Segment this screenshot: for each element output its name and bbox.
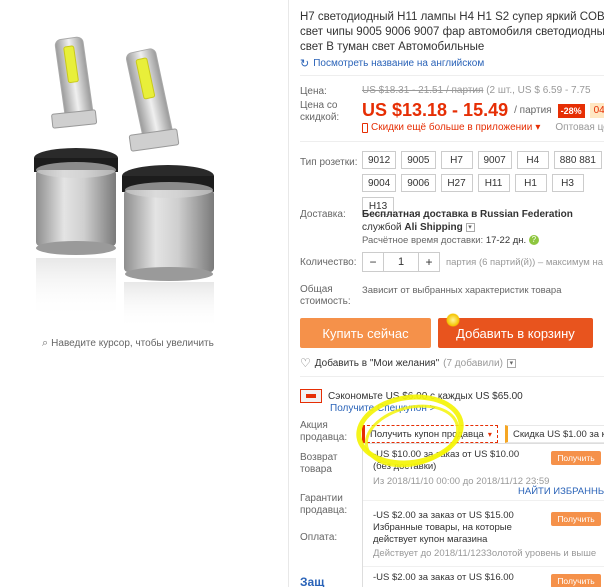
total-label: Общая стоимость: (300, 284, 351, 307)
divider (300, 75, 604, 76)
shipping-label: Доставка: (300, 209, 346, 220)
chevron-down-icon[interactable]: ▾ (506, 358, 516, 368)
payment-label: Оплата: (300, 532, 338, 543)
shipping-estimate: Расчётное время доставки: 17-22 дн. ? (362, 235, 539, 246)
divider (300, 376, 604, 377)
coupon-tab-label: Получить купон продавца (370, 428, 484, 440)
socket-option[interactable]: H1 (514, 174, 547, 192)
quantity-input[interactable]: 1 (383, 253, 419, 271)
wholesale-price-link[interactable]: Оптовая цен (555, 122, 604, 133)
price-label: Цена: (300, 86, 327, 97)
get-special-coupon-link[interactable]: Получите Спецкупон > (330, 403, 436, 414)
discount-price-range: US $13.18 - 15.49 (362, 100, 509, 120)
shipping-estimate-days: 17-22 дн. (485, 235, 527, 246)
get-coupon-button[interactable]: Получить (551, 451, 601, 465)
coupon-icon (300, 389, 322, 403)
price-unit: / партия (514, 105, 552, 116)
zoom-hint-text: Наведите курсор, чтобы увеличить (51, 338, 214, 349)
translate-title-link[interactable]: ↻ Посмотреть название на английском (300, 57, 484, 70)
wishlist-label: Добавить в "Мои желания" (314, 357, 440, 369)
product-info: H7 светодиодный H11 лампы H4 H1 S2 супер… (300, 0, 604, 587)
add-to-cart-button[interactable]: Добавить в корзину (438, 313, 593, 348)
socket-option[interactable]: 9004 (362, 174, 397, 192)
coupon-text: -US $2.00 за заказ от US $15.00 Избранны… (373, 510, 514, 545)
savings-text: Сэкономьте US $6.00 с каждых US $65.00 (328, 390, 523, 402)
divider (300, 141, 604, 142)
coupon-text: -US $2.00 за заказ от US $16.00 (373, 572, 514, 583)
socket-option[interactable]: H11 (477, 174, 510, 192)
buyer-protection-text: Защ (300, 575, 325, 587)
quantity-note: партия (6 партий(й)) – максимум на пок (446, 256, 604, 268)
coupon-dropdown-panel: -US $10.00 за заказ от US $10.00 (без до… (362, 443, 604, 587)
zoom-hint: ⌕ Наведите курсор, чтобы увеличить (42, 337, 214, 350)
heart-icon: ♡ (300, 356, 311, 370)
socket-option[interactable]: 9012 (362, 151, 397, 169)
socket-option[interactable]: 9005 (401, 151, 436, 169)
shipping-free-text: Бесплатная доставка в (362, 209, 478, 220)
quantity-increase-button[interactable]: + (419, 253, 439, 271)
help-icon[interactable]: ? (528, 235, 539, 246)
get-coupon-button[interactable]: Получить (551, 574, 601, 587)
discount-tab[interactable]: Скидка US $1.00 за каж (505, 425, 604, 443)
coupon-text: -US $10.00 за заказ от US $10.00 (без до… (373, 449, 520, 472)
quantity-decrease-button[interactable]: − (363, 253, 383, 271)
total-value: Зависит от выбранных характеристик товар… (362, 285, 562, 296)
countdown-timer: 04h:23 (589, 103, 604, 118)
quantity-label: Количество: (300, 257, 357, 268)
socket-option[interactable]: H7 (440, 151, 473, 169)
get-coupon-button[interactable]: Получить (551, 512, 601, 526)
socket-type-label: Тип розетки: (300, 157, 358, 168)
socket-option[interactable]: 9006 (401, 174, 436, 192)
original-price-extra: (2 шт., US $ 6.59 - 7.75 (486, 85, 591, 96)
original-price-range: US $18.31 - 21.51 / партия (362, 85, 484, 96)
shipping-mid-text: службой (362, 222, 402, 233)
socket-options: 9012 9005 H7 9007 H4 880 881 9004 9006 H27 H11 H1 H… (362, 151, 604, 215)
column-divider (288, 0, 289, 587)
shipping-dropdown-icon[interactable]: ▾ (465, 222, 475, 232)
divider (363, 500, 604, 501)
discount-price-label: Цена со скидкой: (300, 100, 340, 123)
chevron-down-icon: ▾ (535, 122, 541, 133)
magnifier-icon: ⌕ (42, 337, 49, 349)
app-promo-text: Скидки ещё больше в приложении (371, 122, 533, 133)
get-seller-coupon-tab[interactable]: Получить купон продавца ▾ (362, 425, 498, 443)
sparkle-icon (446, 313, 460, 327)
shipping-estimate-label: Расчётное время доставки: (362, 235, 484, 246)
shipping-carrier[interactable]: Ali Shipping (404, 222, 462, 233)
app-promo[interactable]: Скидки ещё больше в приложении ▾ Оптовая… (362, 122, 604, 133)
seller-promo-label: Акция продавца: (300, 420, 348, 443)
product-gallery: ⌕ Наведите курсор, чтобы увеличить (0, 0, 288, 587)
add-to-cart-label: Добавить в корзину (456, 325, 575, 341)
bulb-right-graphic (122, 48, 214, 328)
original-price: US $18.31 - 21.51 / партия (2 шт., US $ … (362, 85, 591, 96)
shipping-info: Бесплатная доставка в Russian Federation… (362, 208, 604, 234)
translate-link-text: Посмотреть название на английском (313, 58, 485, 69)
shipping-country[interactable]: Russian Federation (480, 209, 573, 220)
buy-now-button[interactable]: Купить сейчас (300, 318, 431, 348)
wishlist-count: (7 добавили) (443, 357, 503, 369)
discount-price: US $13.18 - 15.49 / партия -28% 04h:23 (362, 100, 604, 121)
wishlist-link[interactable]: ♡ Добавить в "Мои желания" (7 добавили) … (300, 356, 516, 370)
find-featured-link[interactable]: НАЙТИ ИЗБРАННЫЕ Т (518, 486, 604, 497)
socket-option[interactable]: H4 (516, 151, 549, 169)
savings-info: Сэкономьте US $6.00 с каждых US $65.00 (300, 389, 523, 403)
phone-icon (362, 122, 368, 133)
divider (363, 566, 604, 567)
product-title: H7 светодиодный H11 лампы H4 H1 S2 супер… (300, 11, 604, 53)
quantity-stepper: − 1 + партия (6 партий(й)) – максимум на… (362, 252, 604, 272)
discount-badge: -28% (557, 103, 585, 118)
socket-option[interactable]: H3 (551, 174, 584, 192)
socket-option[interactable]: H27 (440, 174, 473, 192)
seller-guarantee-label: Гарантии продавца: (300, 493, 348, 516)
socket-option[interactable]: 880 881 (553, 151, 602, 169)
quantity-box: − 1 + (362, 252, 440, 272)
socket-option[interactable]: 9007 (477, 151, 512, 169)
chevron-down-icon: ▾ (487, 429, 492, 439)
discount-tab-label: Скидка US $1.00 за каж (513, 428, 604, 440)
bulb-left-graphic (34, 36, 118, 318)
product-image[interactable] (4, 8, 284, 330)
coupon-dates: Действует до 2018/11/123Золотой уровень … (373, 548, 597, 559)
translate-icon: ↻ (300, 58, 310, 70)
return-label: Возврат товара (300, 452, 338, 475)
